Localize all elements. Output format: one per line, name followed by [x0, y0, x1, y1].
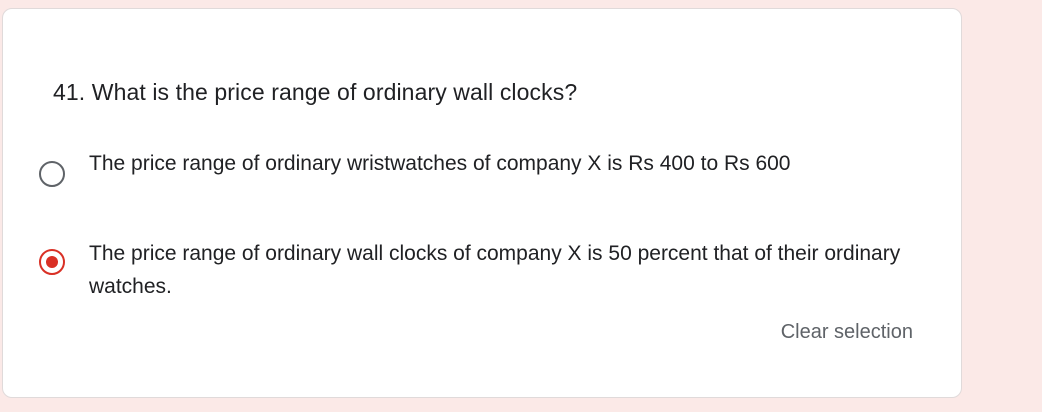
answer-option-label: The price range of ordinary wristwatches…: [89, 152, 791, 175]
question-title: 41. What is the price range of ordinary …: [53, 79, 578, 105]
radio-dot-icon: [46, 256, 58, 268]
clear-selection-button[interactable]: Clear selection: [781, 321, 913, 344]
radio-unchecked-icon[interactable]: [39, 161, 65, 187]
answer-option-label: The price range of ordinary wall clocks …: [89, 242, 901, 298]
radio-checked-icon[interactable]: [39, 249, 65, 275]
question-card: 41. What is the price range of ordinary …: [2, 8, 962, 398]
